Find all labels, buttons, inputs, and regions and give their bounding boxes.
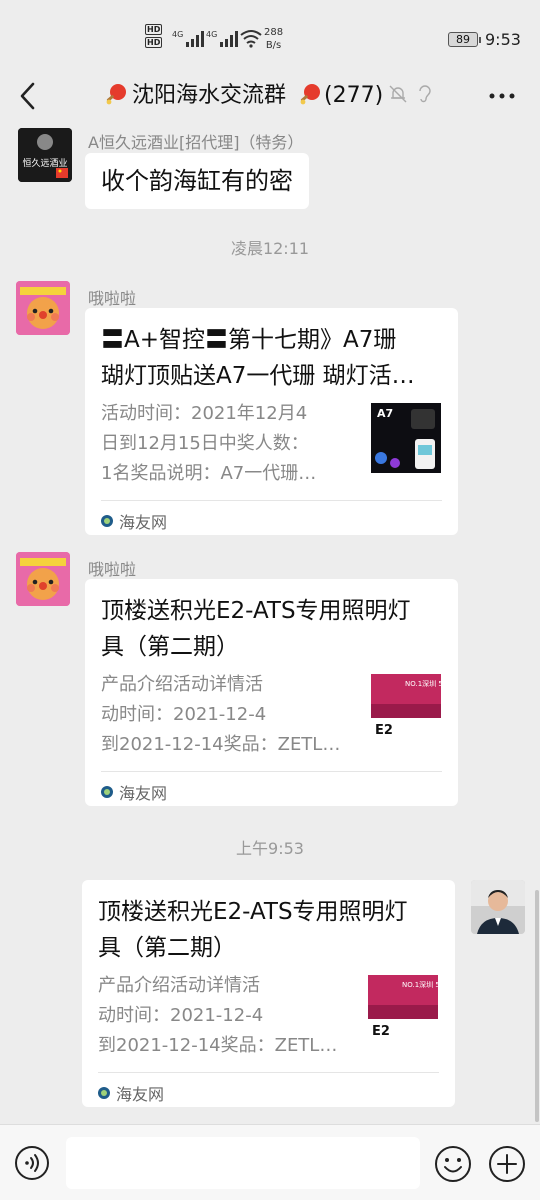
card-desc-line: 活动时间：2021年12月4 [101,403,308,424]
group-title: 沈阳海水交流群 [132,82,286,110]
link-card[interactable]: 〓A+智控〓第十七期》A7珊 瑚灯顶贴送A7一代珊 瑚灯活… 活动时间：2021… [85,308,458,535]
sender-name: 哦啦啦 [88,289,137,308]
card-title-line: 具（第二期） [98,935,236,961]
card-title: 顶楼送积光E2-ATS专用照明灯 具（第二期） [101,593,441,665]
avatar[interactable] [16,552,70,606]
member-count: (277) [324,83,384,108]
card-desc-line: 产品介绍活动详情活 [101,674,263,695]
card-desc-line: 到2021-12-14奖品：ZETL… [98,1035,338,1056]
source-name: 海友网 [116,1085,165,1104]
card-desc-line: 1名奖品说明：A7一代珊… [101,463,317,484]
card-description: 产品介绍活动详情活 动时间：2021-12-4 到2021-12-14奖品：ZE… [101,670,355,760]
network-speed-unit: B/s [265,40,282,51]
thumbnail-text: A7 [377,407,393,420]
message-bubble[interactable]: 收个韵海缸有的密 [85,153,309,209]
self-avatar[interactable] [471,880,525,934]
ear-icon [419,85,431,103]
card-description: 产品介绍活动详情活 动时间：2021-12-4 到2021-12-14奖品：ZE… [98,971,352,1061]
card-description: 活动时间：2021年12月4 日到12月15日中奖人数： 1名奖品说明：A7一代… [101,399,355,489]
source-logo-icon [101,786,113,798]
network-speed: 288 B/s [264,26,283,52]
card-title-line: 顶楼送积光E2-ATS专用照明灯 [101,598,411,624]
card-desc-line: 动时间：2021-12-4 [98,1005,264,1026]
card-source: 海友网 [101,780,167,804]
network-speed-value: 288 [264,27,284,38]
mute-bell-icon [389,85,407,103]
volte-hd-icon: HD HD [145,24,163,50]
input-bar [0,1124,540,1200]
wifi-icon [240,30,262,48]
user-photo-avatar [471,880,525,934]
ping-pong-icon [300,84,320,105]
e2-light-thumbnail: NO.1深圳 50不要用 E2 [371,674,441,744]
source-name: 海友网 [119,513,168,532]
thumbnail-text: E2 [375,723,393,738]
hd-label-1: HD [145,24,163,35]
status-bar: HD HD 4G 4G 288 B/s 89 9:53 [0,0,540,72]
card-divider [101,771,442,772]
avatar[interactable]: 恒久远酒业 [18,128,72,182]
card-divider [101,500,442,501]
card-title: 顶楼送积光E2-ATS专用照明灯 具（第二期） [98,894,438,966]
chat-header: 沈阳海水交流群 (277) [0,72,540,120]
card-title-line: 顶楼送积光E2-ATS专用照明灯 [98,899,408,925]
link-card[interactable]: 顶楼送积光E2-ATS专用照明灯 具（第二期） 产品介绍活动详情活 动时间：20… [85,579,458,806]
battery-icon: 89 [448,32,481,47]
plus-icon[interactable] [488,1145,526,1183]
card-desc-line: 产品介绍活动详情活 [98,975,260,996]
hd-label-2: HD [145,37,163,48]
time-separator: 凌晨12:11 [230,239,310,258]
message-text: 收个韵海缸有的密 [101,167,293,195]
thumbnail-badge: NO.1深圳 50不要用 [405,679,441,688]
avatar-text: 恒久远酒业 [22,157,67,169]
card-title-line: 具（第二期） [101,634,239,660]
back-icon[interactable] [12,78,48,114]
svg-text:4G: 4G [206,30,217,39]
emoji-icon[interactable] [434,1145,472,1183]
link-card[interactable]: 顶楼送积光E2-ATS专用照明灯 具（第二期） 产品介绍活动详情活 动时间：20… [82,880,455,1107]
card-source: 海友网 [98,1081,164,1105]
signal-4g-icon: 4G [206,30,238,47]
a7-light-thumbnail: A7 [371,403,441,473]
card-desc-line: 到2021-12-14奖品：ZETL… [101,734,341,755]
sender-name: A恒久远酒业[招代理]（特务） [88,133,304,152]
source-logo-icon [101,515,113,527]
card-thumbnail: NO.1深圳 50不要用 E2 [368,975,438,1045]
svg-text:4G: 4G [172,30,183,39]
time-separator: 上午9:53 [236,839,304,858]
card-divider [98,1072,439,1073]
card-title-line: 〓A+智控〓第十七期》A7珊 [101,327,397,353]
card-source: 海友网 [101,509,167,533]
voice-icon[interactable] [14,1145,50,1181]
avatar[interactable] [16,281,70,335]
more-icon[interactable] [486,82,518,110]
card-thumbnail: A7 [371,403,441,473]
card-desc-line: 动时间：2021-12-4 [101,704,267,725]
card-thumbnail: NO.1深圳 50不要用 E2 [371,674,441,744]
source-logo-icon [98,1087,110,1099]
clock: 9:53 [485,30,521,49]
ping-pong-icon [106,84,126,105]
card-title: 〓A+智控〓第十七期》A7珊 瑚灯顶贴送A7一代珊 瑚灯活… [101,322,441,394]
thumbnail-text: E2 [372,1024,390,1039]
thumbnail-badge: NO.1深圳 50不要用 [402,980,438,989]
sender-name: 哦啦啦 [88,560,137,579]
scrollbar[interactable] [535,890,539,1122]
card-title-line: 瑚灯顶贴送A7一代珊 瑚灯活… [101,363,415,389]
e2-light-thumbnail: NO.1深圳 50不要用 E2 [368,975,438,1045]
anpanman-avatar-image [16,281,70,335]
signal-4g-icon: 4G [172,30,204,47]
avatar-image: 恒久远酒业 [18,128,72,182]
card-desc-line: 日到12月15日中奖人数： [101,433,309,454]
message-input[interactable] [66,1137,420,1189]
anpanman-avatar-image [16,552,70,606]
group-name: 沈阳海水交流群 [132,83,287,108]
source-name: 海友网 [119,784,168,803]
